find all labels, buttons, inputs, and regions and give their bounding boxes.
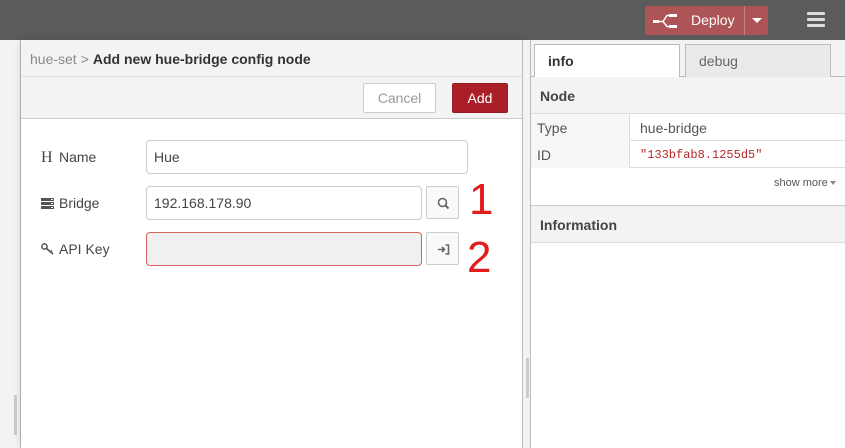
name-input[interactable]: Hue [146,140,468,174]
info-key-type: Type [531,114,630,141]
api-key-input[interactable] [146,232,422,266]
bridge-label: Bridge [41,195,99,211]
show-more-link[interactable]: show more [774,177,836,189]
bridge-input[interactable]: 192.168.178.90 [146,186,422,220]
cancel-button[interactable]: Cancel [363,83,436,113]
top-header: Deploy [0,0,845,40]
node-info-table: Type hue-bridge ID "133bfab8.1255d5" [531,114,845,168]
tab-info[interactable]: info [534,44,680,78]
caret-down-icon [829,181,836,186]
information-section-header[interactable]: Information [531,206,845,243]
sidebar: info debug Node Type hue-bridge ID "133b… [523,40,845,448]
info-key-id: ID [531,141,630,168]
tray-header: hue-set > Add new hue-bridge config node [21,40,522,77]
node-section-header[interactable]: Node [531,77,845,114]
name-row: H Name Hue [21,140,522,174]
tray-toolbar: Cancel Add [21,77,522,119]
info-value-type: hue-bridge [640,120,707,136]
name-label: H Name [41,149,97,166]
breadcrumb-current: Add new hue-bridge config node [92,51,311,67]
deploy-button[interactable]: Deploy [645,6,768,35]
annotation-two: 2 [467,233,492,282]
server-icon [41,195,57,211]
bridge-row: Bridge 192.168.178.90 [21,186,522,220]
breadcrumb: hue-set > Add new hue-bridge config node [30,51,311,67]
table-row: Type hue-bridge [531,114,845,141]
breadcrumb-parent[interactable]: hue-set [30,51,77,67]
api-key-label: API Key [41,241,110,257]
api-key-row: API Key [21,232,522,266]
deploy-icon [653,14,677,28]
add-button[interactable]: Add [452,83,508,113]
heading-icon: H [41,149,53,166]
sign-in-icon [438,244,450,255]
sidebar-resize-handle[interactable] [526,358,529,398]
info-value-id: "133bfab8.1255d5" [640,148,763,162]
editor-tray: hue-set > Add new hue-bridge config node C… [21,40,523,448]
search-bridge-button[interactable] [426,186,459,219]
workspace-edge [0,40,21,448]
search-icon [437,197,450,210]
key-icon [41,241,57,257]
hamburger-menu-icon[interactable] [807,12,825,28]
annotation-one: 1 [469,175,494,224]
deploy-label: Deploy [691,12,735,28]
sidebar-separator[interactable] [523,40,531,448]
table-row: ID "133bfab8.1255d5" [531,141,845,168]
sidebar-tabs: info debug [531,40,845,78]
get-api-key-button[interactable] [426,232,459,265]
breadcrumb-separator: > [80,51,89,67]
deploy-separator [744,6,745,35]
workspace-resize-handle[interactable] [14,395,17,435]
deploy-dropdown-caret-icon[interactable] [752,18,762,23]
tab-debug[interactable]: debug [685,44,831,78]
